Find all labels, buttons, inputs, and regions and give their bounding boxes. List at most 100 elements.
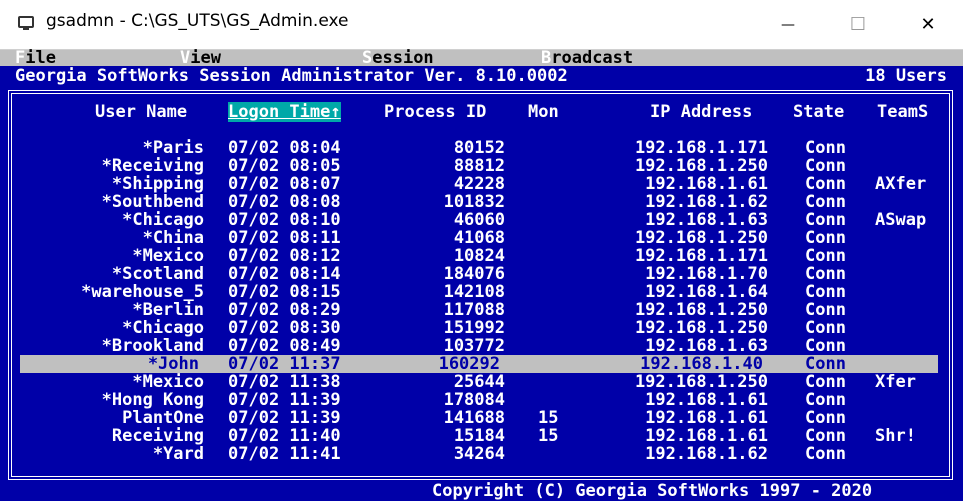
- cell-user-name: *Yard: [152, 444, 204, 464]
- cell-mon: 15: [538, 426, 559, 446]
- cell-state: Conn: [805, 390, 846, 410]
- cell-process-id: 46060: [453, 210, 505, 230]
- menu-view[interactable]: View: [180, 48, 221, 68]
- cell-process-id: 141688: [443, 408, 505, 428]
- column-header-mon[interactable]: Mon: [528, 102, 559, 122]
- column-header-process-id[interactable]: Process ID: [384, 102, 486, 122]
- table-row[interactable]: *Yard 07/02 11:41 34264 192.168.1.62 Conn: [0, 445, 963, 463]
- cell-ip-address: 192.168.1.250: [634, 372, 768, 392]
- minimize-icon: —: [781, 16, 795, 33]
- menu-session-hotkey: S: [362, 48, 373, 68]
- cell-logon-time: 07/02 08:15: [228, 282, 341, 302]
- menu-session-label: ession: [372, 48, 434, 68]
- minimize-button[interactable]: —: [765, 0, 811, 49]
- table-row[interactable]: Receiving 07/02 11:40 15184 15 192.168.1.61 C…: [0, 427, 963, 445]
- cell-teams: Xfer: [875, 372, 916, 392]
- cell-ip-address: 192.168.1.61: [645, 174, 768, 194]
- cell-ip-address: 192.168.1.171: [634, 246, 768, 266]
- menu-file-hotkey: F: [15, 48, 26, 68]
- table-row[interactable]: *Chicago 07/02 08:30 151992 192.168.1.250 Co…: [0, 319, 963, 337]
- table-row[interactable]: *Mexico 07/02 08:12 10824 192.168.1.171 Conn: [0, 247, 963, 265]
- cell-user-name: *Receiving: [101, 156, 204, 176]
- cell-user-name: *Chicago: [122, 210, 204, 230]
- table-row[interactable]: *Shipping 07/02 08:07 42228 192.168.1.61 Con…: [0, 175, 963, 193]
- app-header: Georgia SoftWorks Session Administrator …: [0, 66, 963, 86]
- menu-file[interactable]: File: [15, 48, 56, 68]
- column-header-user-name[interactable]: User Name: [95, 102, 187, 122]
- column-header-ip-address[interactable]: IP Address: [650, 102, 752, 122]
- table-row[interactable]: *Paris 07/02 08:04 80152 192.168.1.171 Conn: [0, 139, 963, 157]
- cell-ip-address: 192.168.1.64: [645, 282, 768, 302]
- cell-logon-time: 07/02 08:14: [228, 264, 341, 284]
- menu-broadcast[interactable]: Broadcast: [541, 48, 634, 68]
- table-row[interactable]: *Southbend 07/02 08:08 101832 192.168.1.62 C…: [0, 193, 963, 211]
- cell-user-name: *Brookland: [101, 336, 204, 356]
- table-row[interactable]: *Scotland 07/02 08:14 184076 192.168.1.70 Co…: [0, 265, 963, 283]
- cell-ip-address: 192.168.1.63: [645, 336, 768, 356]
- table-row[interactable]: *warehouse_5 07/02 08:15 142108 192.168.1.6…: [0, 283, 963, 301]
- table-row-selected[interactable]: *John 07/02 11:37 160292 192.168.1.40 Conn: [20, 355, 938, 373]
- cell-process-id: 151992: [443, 318, 505, 338]
- menu-file-label: ile: [25, 48, 56, 68]
- menu-broadcast-hotkey: B: [541, 48, 552, 68]
- cell-user-name: *Chicago: [122, 318, 204, 338]
- cell-logon-time: 07/02 08:04: [228, 138, 341, 158]
- table-row[interactable]: *Hong Kong 07/02 11:39 178084 192.168.1.61 C…: [0, 391, 963, 409]
- cell-logon-time: 07/02 11:38: [228, 372, 341, 392]
- cell-user-name: *warehouse_5: [81, 282, 204, 302]
- cell-process-id: 10824: [453, 246, 505, 266]
- cell-logon-time: 07/02 08:30: [228, 318, 341, 338]
- cell-process-id: 142108: [443, 282, 505, 302]
- table-row[interactable]: *Chicago 07/02 08:10 46060 192.168.1.63 Conn…: [0, 211, 963, 229]
- close-button[interactable]: ✕: [905, 0, 951, 49]
- cell-ip-address: 192.168.1.62: [645, 192, 768, 212]
- column-header-state[interactable]: State: [793, 102, 844, 122]
- cell-state: Conn: [805, 210, 846, 230]
- cell-state: Conn: [805, 444, 846, 464]
- column-header-teams[interactable]: TeamS: [877, 102, 928, 122]
- cell-state: Conn: [805, 246, 846, 266]
- cell-user-name: *Shipping: [111, 174, 204, 194]
- cell-process-id: 160292: [438, 354, 500, 374]
- menu-broadcast-label: roadcast: [551, 48, 634, 68]
- table-row[interactable]: *Mexico 07/02 11:38 25644 192.168.1.250 Conn…: [0, 373, 963, 391]
- cell-mon: 15: [538, 408, 559, 428]
- cell-user-name: *Paris: [142, 138, 204, 158]
- cell-user-name: *Berlin: [132, 300, 204, 320]
- cell-user-name: *China: [142, 228, 204, 248]
- cell-user-name: *John: [147, 354, 199, 374]
- cell-state: Conn: [805, 264, 846, 284]
- cell-ip-address: 192.168.1.63: [645, 210, 768, 230]
- cell-state: Conn: [805, 174, 846, 194]
- cell-state: Conn: [805, 426, 846, 446]
- cell-state: Conn: [805, 156, 846, 176]
- window-title-bar[interactable]: gsadmn - C:\GS_UTS\GS_Admin.exe — ☐ ✕: [0, 0, 963, 50]
- table-row[interactable]: *Brookland 07/02 08:49 103772 192.168.1.63 C…: [0, 337, 963, 355]
- cell-logon-time: 07/02 11:37: [228, 354, 341, 374]
- cell-user-name: PlantOne: [122, 408, 204, 428]
- window-title: gsadmn - C:\GS_UTS\GS_Admin.exe: [46, 11, 349, 31]
- cell-logon-time: 07/02 08:05: [228, 156, 341, 176]
- column-header-logon-time-label: Logon Time↑: [228, 102, 341, 122]
- table-row[interactable]: *Berlin 07/02 08:29 117088 192.168.1.250 Con…: [0, 301, 963, 319]
- cell-state: Conn: [805, 282, 846, 302]
- table-row[interactable]: *Receiving 07/02 08:05 88812 192.168.1.250 C…: [0, 157, 963, 175]
- table-row[interactable]: PlantOne 07/02 11:39 141688 15 192.168.1.61 C…: [0, 409, 963, 427]
- column-header-logon-time[interactable]: Logon Time↑: [228, 102, 341, 122]
- menu-view-label: iew: [190, 48, 221, 68]
- cell-logon-time: 07/02 08:49: [228, 336, 341, 356]
- cell-process-id: 15184: [453, 426, 505, 446]
- cell-logon-time: 07/02 08:07: [228, 174, 341, 194]
- cell-ip-address: 192.168.1.250: [634, 156, 768, 176]
- cell-user-name: *Scotland: [111, 264, 204, 284]
- cell-ip-address: 192.168.1.62: [645, 444, 768, 464]
- menu-session[interactable]: Session: [362, 48, 434, 68]
- cell-process-id: 103772: [443, 336, 505, 356]
- cell-logon-time: 07/02 08:08: [228, 192, 341, 212]
- maximize-button[interactable]: ☐: [835, 0, 881, 49]
- cell-state: Conn: [805, 354, 846, 374]
- cell-ip-address: 192.168.1.250: [634, 228, 768, 248]
- table-row[interactable]: *China 07/02 08:11 41068 192.168.1.250 Conn: [0, 229, 963, 247]
- cell-ip-address: 192.168.1.250: [634, 300, 768, 320]
- cell-process-id: 117088: [443, 300, 505, 320]
